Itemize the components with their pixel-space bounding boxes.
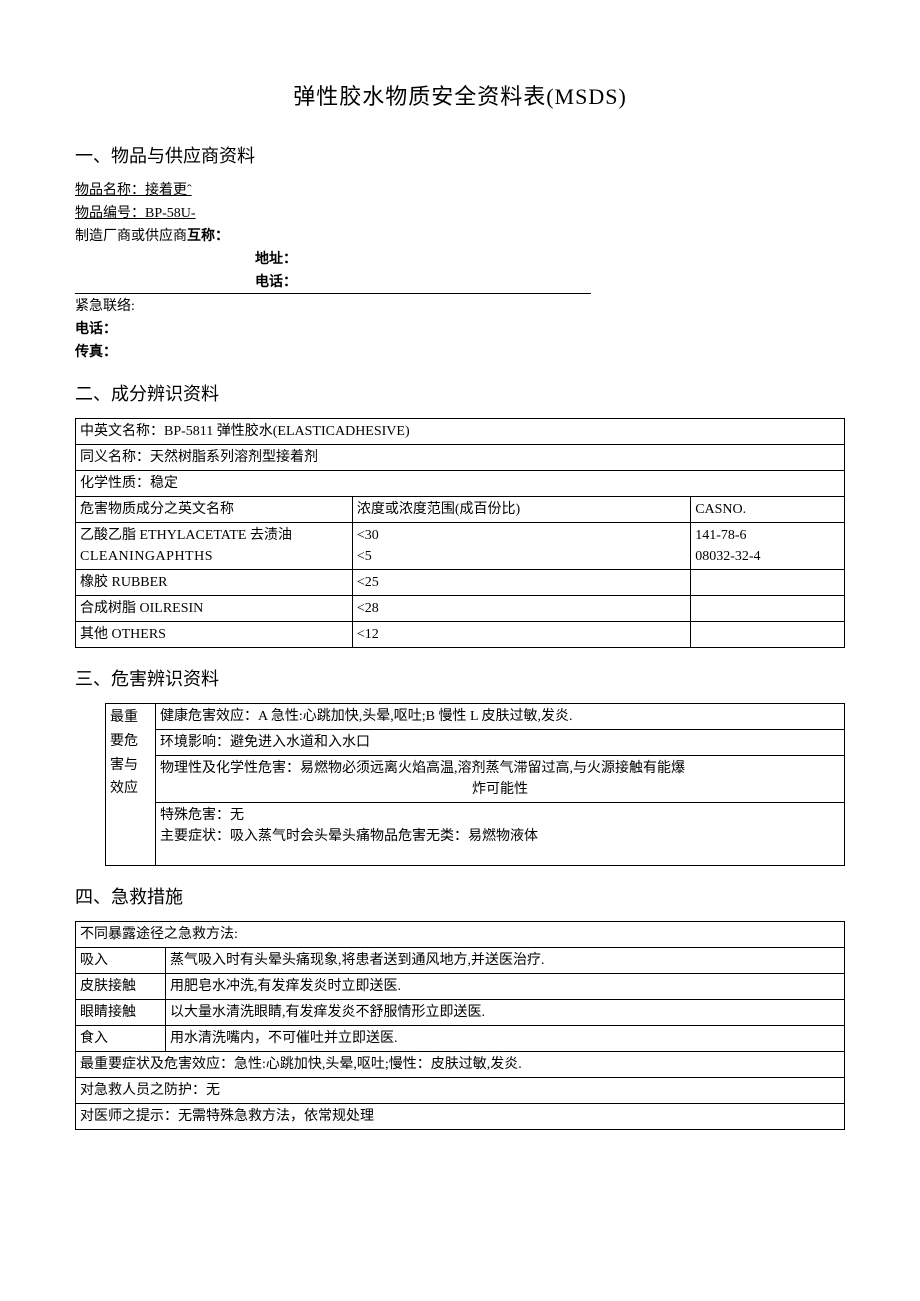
item-code-row: 物品编号：BP-58U- — [75, 203, 845, 224]
comp-r1-cas: 141-78-6 08032-32-4 — [691, 523, 845, 570]
comp-r1a: 乙酸乙脂 ETHYLACETATE 去渍油 — [80, 528, 292, 543]
hazard-table: 最重要危害与效应 健康危害效应：A 急性:心跳加快,头晕,呕吐;B 慢性 L 皮… — [105, 703, 845, 866]
hazard-row4: 特殊危害：无 主要症状：吸入蒸气时会头晕头痛物品危害无类：易燃物液体 — [156, 803, 845, 866]
comp-r1-cas-a: 141-78-6 — [695, 528, 746, 543]
phone-row: 电话： — [75, 319, 845, 340]
comp-r1-conc-b: <5 — [357, 549, 372, 564]
firstaid-table: 不同暴露途径之急救方法: 吸入 蒸气吸入时有头晕头痛现象,将患者送到通风地方,并… — [75, 921, 845, 1130]
tel-bold: 电话： — [255, 275, 297, 290]
hazard-row1: 健康危害效应：A 急性:心跳加快,头晕,呕吐;B 慢性 L 皮肤过敏,发炎. — [156, 704, 845, 730]
comp-r1-conc-a: <30 — [357, 528, 379, 543]
addr-row: 地址： — [75, 249, 845, 270]
comp-r4-cas — [691, 622, 845, 648]
mfg-label: 制造厂商或供应商 — [75, 229, 187, 244]
fa-r4b: 用水清洗嘴内，不可催吐并立即送医. — [166, 1026, 845, 1052]
section3-heading: 三、危害辨识资料 — [75, 666, 845, 693]
item-code-value: BP-58U- — [145, 206, 196, 221]
composition-table: 中英文名称：BP-5811 弹性胶水(ELASTICADHESIVE) 同义名称… — [75, 418, 845, 648]
hazard-row3b: 炸可能性 — [160, 779, 840, 800]
fa-r4a: 食入 — [76, 1026, 166, 1052]
item-code-label: 物品编号： — [75, 206, 145, 221]
comp-r1-conc: <30 <5 — [352, 523, 690, 570]
comp-r3-cas — [691, 596, 845, 622]
fa-r1a: 吸入 — [76, 948, 166, 974]
hazard-row3: 物理性及化学性危害：易燃物必须远离火焰高温,溶剂蒸气滞留过高,与火源接触有能爆 … — [156, 756, 845, 803]
hazard-row2: 环境影响：避免进入水道和入水口 — [156, 730, 845, 756]
comp-r2-conc: <25 — [352, 570, 690, 596]
hdr-conc: 浓度或浓度范围(成百份比) — [352, 497, 690, 523]
fax-row: 传真： — [75, 342, 845, 363]
hazard-row4b: 主要症状：吸入蒸气时会头晕头痛物品危害无类：易燃物液体 — [160, 829, 538, 844]
hdr-cas: CASNO. — [691, 497, 845, 523]
hazard-side-label: 最重要危害与效应 — [106, 704, 156, 866]
hdr-name: 危害物质成分之英文名称 — [76, 497, 353, 523]
hazard-row3a: 物理性及化学性危害：易燃物必须远离火焰高温,溶剂蒸气滞留过高,与火源接触有能爆 — [160, 761, 685, 776]
chem-cell: 化学性质：稳定 — [76, 471, 845, 497]
section1-heading: 一、物品与供应商资料 — [75, 143, 845, 170]
fullname-cell: 中英文名称：BP-5811 弹性胶水(ELASTICADHESIVE) — [76, 419, 845, 445]
comp-r1-name: 乙酸乙脂 ETHYLACETATE 去渍油 CLEANINGAPHTHS — [76, 523, 353, 570]
fa-r3b: 以大量水清洗眼睛,有发痒发炎不舒服情形立即送医. — [166, 1000, 845, 1026]
section4-heading: 四、急救措施 — [75, 884, 845, 911]
fa-r2a: 皮肤接触 — [76, 974, 166, 1000]
section2-heading: 二、成分辨识资料 — [75, 381, 845, 408]
fa-row5: 最重要症状及危害效应：急性:心跳加快,头晕,呕吐;慢性：皮肤过敏,发炎. — [76, 1052, 845, 1078]
fa-r2b: 用肥皂水冲洗,有发痒发炎时立即送医. — [166, 974, 845, 1000]
comp-r3-name: 合成树脂 OILRESIN — [76, 596, 353, 622]
tel-row: 电话： — [75, 272, 591, 294]
mfg-row: 制造厂商或供应商互称： — [75, 226, 845, 247]
mfg-bold: 互称： — [187, 229, 229, 244]
item-name-label: 物品名称： — [75, 183, 145, 198]
fa-row7: 对医师之提示：无需特殊急救方法，依常规处理 — [76, 1104, 845, 1130]
addr-bold: 地址： — [255, 252, 297, 267]
synonym-cell: 同义名称：天然树脂系列溶剂型接着剂 — [76, 445, 845, 471]
comp-r1b: CLEANINGAPHTHS — [80, 549, 213, 564]
comp-r4-name: 其他 OTHERS — [76, 622, 353, 648]
item-name-value: 接着更ˆ — [145, 183, 192, 198]
item-name-row: 物品名称：接着更ˆ — [75, 180, 845, 201]
comp-r3-conc: <28 — [352, 596, 690, 622]
comp-r4-conc: <12 — [352, 622, 690, 648]
comp-r1-cas-b: 08032-32-4 — [695, 549, 760, 564]
comp-r2-cas — [691, 570, 845, 596]
fa-r3a: 眼睛接触 — [76, 1000, 166, 1026]
doc-title: 弹性胶水物质安全资料表(MSDS) — [75, 80, 845, 113]
fa-row6: 对急救人员之防护：无 — [76, 1078, 845, 1104]
emergency-row: 紧急联络: — [75, 296, 845, 317]
firstaid-top: 不同暴露途径之急救方法: — [76, 922, 845, 948]
hazard-row4a: 特殊危害：无 — [160, 808, 244, 823]
comp-r2-name: 橡胶 RUBBER — [76, 570, 353, 596]
fa-r1b: 蒸气吸入时有头晕头痛现象,将患者送到通风地方,并送医治疗. — [166, 948, 845, 974]
